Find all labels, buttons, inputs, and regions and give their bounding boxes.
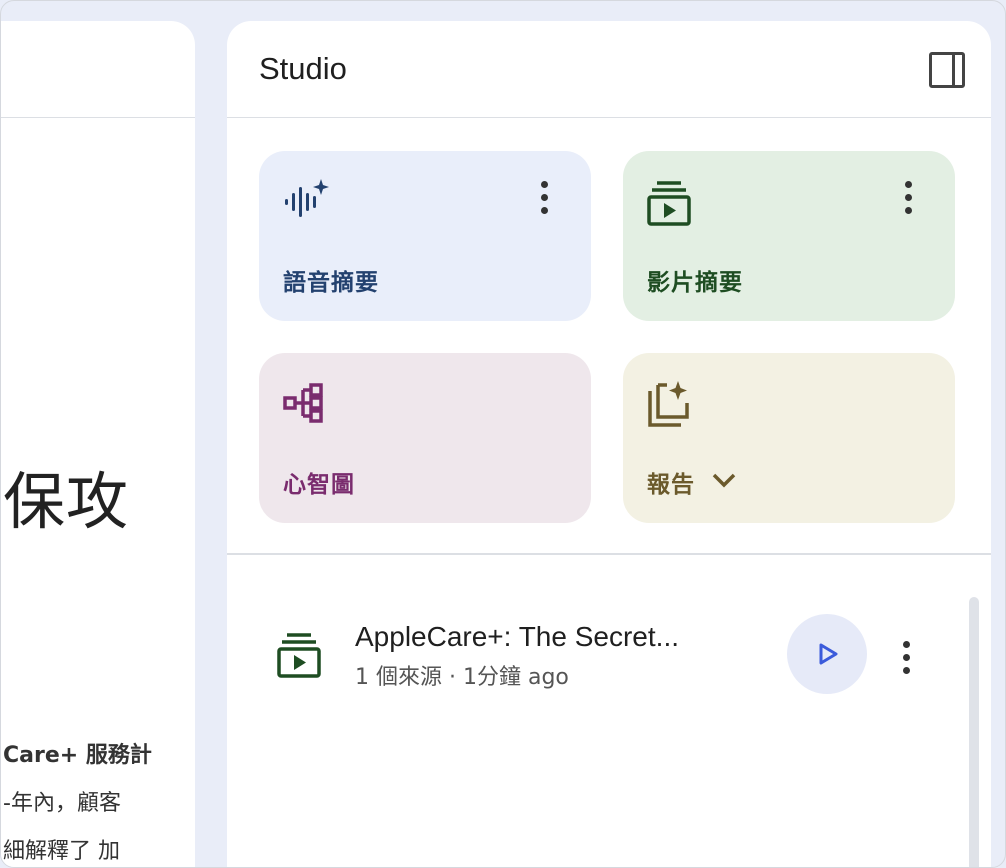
- studio-panel: Studio 語音摘要 影片摘要 心智圖 報告 AppleCare+: The …: [227, 21, 991, 867]
- play-icon: [819, 643, 838, 665]
- audio-overview-card[interactable]: 語音摘要: [259, 151, 591, 321]
- scrollbar[interactable]: [969, 597, 979, 867]
- more-options-icon[interactable]: [899, 179, 919, 219]
- mind-map-label: 心智圖: [283, 472, 355, 498]
- mind-map-icon: [283, 383, 323, 423]
- section-divider: [227, 553, 991, 555]
- source-content-panel: 保攻 Care+ 服務計 -年內，顧客 細解釋了 加: [1, 21, 195, 867]
- more-options-icon[interactable]: [535, 179, 555, 219]
- left-divider: [1, 117, 195, 118]
- report-card[interactable]: 報告: [623, 353, 955, 523]
- video-stack-icon: [647, 181, 691, 226]
- content-line: Care+ 服務計: [3, 743, 152, 768]
- header-divider: [227, 117, 991, 118]
- item-title: AppleCare+: The Secret...: [355, 621, 679, 652]
- video-overview-label: 影片摘要: [647, 270, 743, 296]
- content-line: -年內，顧客: [3, 791, 121, 816]
- chevron-down-icon[interactable]: [709, 469, 739, 491]
- play-button[interactable]: [787, 614, 867, 694]
- audio-sparkle-icon: [285, 179, 329, 217]
- content-heading: 保攻: [3, 465, 130, 538]
- more-options-icon[interactable]: [897, 639, 917, 679]
- report-label: 報告: [647, 472, 695, 498]
- item-meta: 1 個來源 · 1分鐘 ago: [355, 665, 569, 690]
- content-line: 細解釋了 加: [3, 839, 120, 864]
- video-stack-icon: [277, 633, 321, 678]
- video-overview-card[interactable]: 影片摘要: [623, 151, 955, 321]
- collapse-panel-icon[interactable]: [929, 52, 965, 88]
- generated-item-row[interactable]: AppleCare+: The Secret... 1 個來源 · 1分鐘 ag…: [227, 601, 967, 701]
- app-window: 保攻 Care+ 服務計 -年內，顧客 細解釋了 加 Studio 語音摘要 影…: [0, 0, 1006, 868]
- audio-overview-label: 語音摘要: [283, 270, 379, 296]
- report-sparkle-icon: [648, 381, 689, 427]
- mind-map-card[interactable]: 心智圖: [259, 353, 591, 523]
- studio-title: Studio: [259, 51, 347, 86]
